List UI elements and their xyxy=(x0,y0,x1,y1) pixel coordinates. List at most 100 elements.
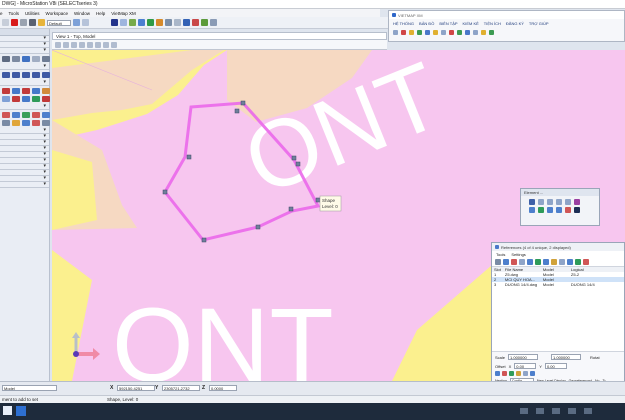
ribbon-tool-icon[interactable] xyxy=(449,30,454,35)
tab-kiem-ke[interactable]: KIỂM KÊ xyxy=(463,21,479,26)
modify-icon[interactable] xyxy=(32,96,40,102)
ref-tool-icon[interactable] xyxy=(567,259,573,265)
tool-icon[interactable] xyxy=(22,112,30,118)
ribbon-tool-icon[interactable] xyxy=(425,30,430,35)
ribbon-tool-icon[interactable] xyxy=(401,30,406,35)
zoom-out-icon[interactable] xyxy=(63,41,69,48)
ref-tool-icon[interactable] xyxy=(551,259,557,265)
ribbon-tool-icon[interactable] xyxy=(433,30,438,35)
curve-icon[interactable] xyxy=(22,72,30,78)
tool-icon[interactable] xyxy=(12,120,20,126)
menu-tools[interactable]: Tools xyxy=(9,11,20,16)
dropdown[interactable] xyxy=(0,181,49,188)
dropdown[interactable] xyxy=(0,63,49,70)
tool-icon[interactable] xyxy=(174,19,181,26)
y-coordinate-field[interactable]: 2305721.2732 xyxy=(162,385,200,391)
references-menu-tools[interactable]: Tools xyxy=(496,252,505,257)
element-tool-icon[interactable] xyxy=(529,207,535,213)
curve-icon[interactable] xyxy=(2,72,10,78)
ribbon-tool-icon[interactable] xyxy=(457,30,462,35)
navy-icon[interactable] xyxy=(111,19,118,26)
tool-icon[interactable] xyxy=(2,112,10,118)
references-menu-settings[interactable]: Settings xyxy=(511,252,525,257)
menu-window[interactable]: Window xyxy=(74,11,90,16)
tab-he-thong[interactable]: HỆ THỐNG xyxy=(393,21,414,26)
ref-display-icon[interactable] xyxy=(502,371,507,376)
attach-icon[interactable] xyxy=(495,259,501,265)
dropdown[interactable] xyxy=(0,47,49,54)
modify-icon[interactable] xyxy=(22,96,30,102)
element-tool-icon[interactable] xyxy=(538,207,544,213)
ref-display-icon[interactable] xyxy=(509,371,514,376)
element-tool-icon[interactable] xyxy=(556,199,562,205)
tool-icon[interactable] xyxy=(138,19,145,26)
tool-icon[interactable] xyxy=(42,112,50,118)
tab-dang-ky[interactable]: ĐĂNG KÝ xyxy=(506,21,524,26)
scale-field[interactable]: 1.000000 xyxy=(508,354,539,360)
ref-tool-icon[interactable] xyxy=(583,259,589,265)
dropdown[interactable] xyxy=(0,103,49,110)
fit-view-icon[interactable] xyxy=(82,19,89,26)
tool-icon[interactable] xyxy=(192,19,199,26)
manipulate-icon[interactable] xyxy=(12,88,20,94)
modify-icon[interactable] xyxy=(2,96,10,102)
modify-icon[interactable] xyxy=(42,96,50,102)
ribbon-tool-icon[interactable] xyxy=(409,30,414,35)
polyline-icon[interactable] xyxy=(12,56,20,62)
element-tool-icon[interactable] xyxy=(547,199,553,205)
manipulate-icon[interactable] xyxy=(2,88,10,94)
ref-tool-icon[interactable] xyxy=(511,259,517,265)
zoom-in-icon[interactable] xyxy=(55,41,61,48)
view-next-icon[interactable] xyxy=(111,41,117,48)
tool-icon[interactable] xyxy=(2,120,10,126)
circle-icon[interactable] xyxy=(32,56,40,62)
tool-icon[interactable] xyxy=(129,19,136,26)
ribbon-tool-icon[interactable] xyxy=(481,30,486,35)
element-tool-icon[interactable] xyxy=(529,199,535,205)
x-coordinate-field[interactable]: 592150.4251 xyxy=(117,385,155,391)
tool-icon[interactable] xyxy=(32,112,40,118)
model-select[interactable]: Model xyxy=(2,385,57,391)
z-coordinate-field[interactable]: 0.0000 xyxy=(209,385,237,391)
manipulate-icon[interactable] xyxy=(32,88,40,94)
tool-icon[interactable] xyxy=(156,19,163,26)
ribbon-tool-icon[interactable] xyxy=(465,30,470,35)
ref-tool-icon[interactable] xyxy=(543,259,549,265)
ref-tool-icon[interactable] xyxy=(575,259,581,265)
curve-icon[interactable] xyxy=(42,72,50,78)
element-tool-icon[interactable] xyxy=(565,207,571,213)
tool-icon[interactable] xyxy=(42,120,50,126)
tab-tien-ich[interactable]: TIỆN ÍCH xyxy=(484,21,501,26)
menu-utilities[interactable]: Utilities xyxy=(25,11,40,16)
ref-tool-icon[interactable] xyxy=(535,259,541,265)
tab-bien-tap[interactable]: BIÊN TẬP xyxy=(439,21,457,26)
modify-icon[interactable] xyxy=(12,96,20,102)
manipulate-icon[interactable] xyxy=(22,88,30,94)
weight-icon[interactable] xyxy=(29,19,36,26)
element-tool-icon[interactable] xyxy=(538,199,544,205)
ribbon-tool-icon[interactable] xyxy=(489,30,494,35)
element-tool-icon[interactable] xyxy=(556,207,562,213)
curve-icon[interactable] xyxy=(12,72,20,78)
tool-icon[interactable] xyxy=(22,120,30,126)
shape-icon[interactable] xyxy=(22,56,30,62)
tool-icon[interactable] xyxy=(201,19,208,26)
line-style-icon[interactable] xyxy=(20,19,27,26)
rotate-view-icon[interactable] xyxy=(87,41,93,48)
level-icon[interactable] xyxy=(38,19,45,26)
ref-display-icon[interactable] xyxy=(516,371,521,376)
menu-help[interactable]: Help xyxy=(96,11,105,16)
ref-tool-icon[interactable] xyxy=(503,259,509,265)
ribbon-tool-icon[interactable] xyxy=(417,30,422,35)
ribbon-tool-icon[interactable] xyxy=(393,30,398,35)
element-tool-icon[interactable] xyxy=(574,207,580,213)
tab-tro-giup[interactable]: TRỢ GIÚP xyxy=(529,21,549,26)
manipulate-icon[interactable] xyxy=(42,88,50,94)
menu-edit[interactable]: e xyxy=(0,11,3,16)
dropdown[interactable] xyxy=(0,79,49,86)
element-tool-icon[interactable] xyxy=(565,199,571,205)
ribbon-tool-icon[interactable] xyxy=(441,30,446,35)
offset-y-field[interactable]: 0.00 xyxy=(544,363,567,369)
fit-view-icon[interactable] xyxy=(79,41,85,48)
ref-tool-icon[interactable] xyxy=(519,259,525,265)
